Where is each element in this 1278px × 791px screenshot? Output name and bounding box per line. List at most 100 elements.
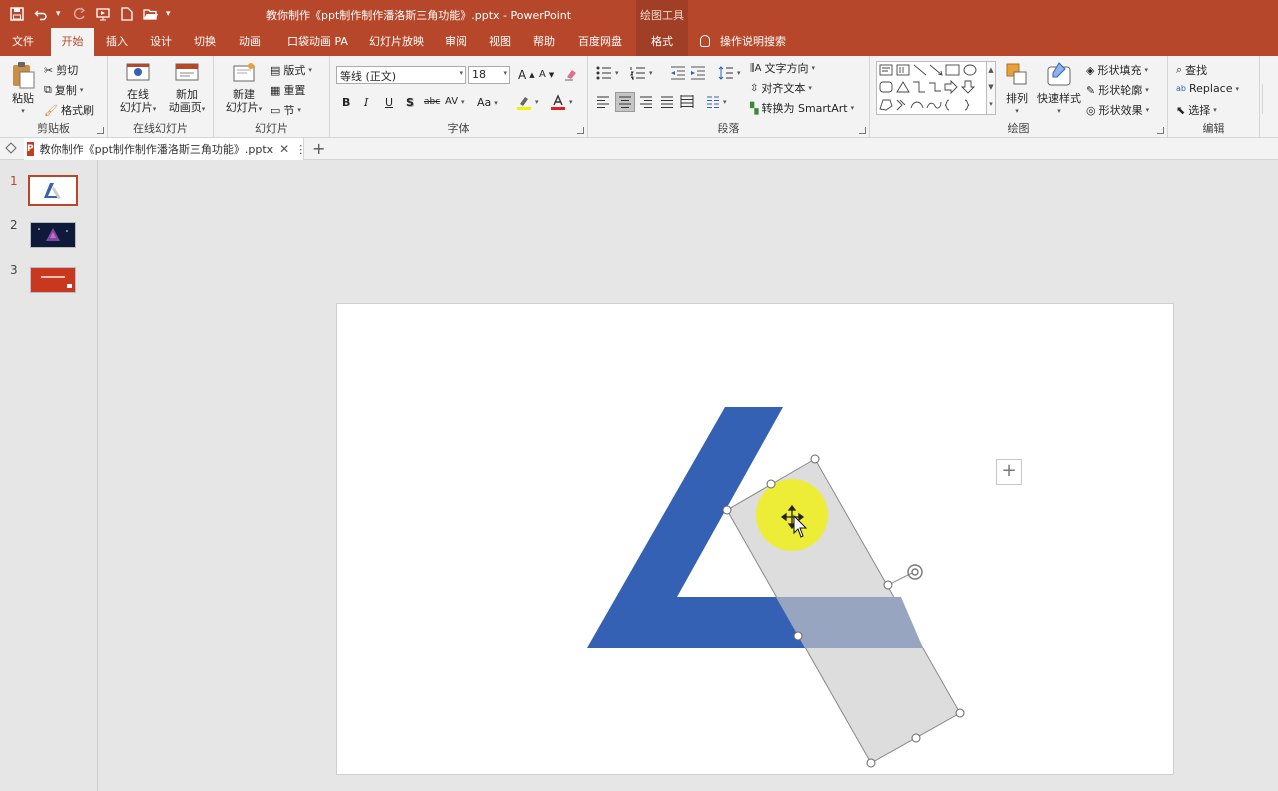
reset-icon: ▦ <box>270 83 281 97</box>
tab-home[interactable]: 开始 <box>51 28 94 56</box>
shape-outline-label: 形状轮廓 <box>1098 84 1143 97</box>
change-case-button[interactable]: Aa ▾ <box>477 96 498 109</box>
undo-dropdown-icon[interactable]: ▾ <box>56 9 64 19</box>
tab-review[interactable]: 审阅 <box>445 28 467 56</box>
font-size-combo[interactable]: 18 ▾ <box>468 66 510 84</box>
save-icon[interactable] <box>8 5 26 23</box>
paragraph-launcher-icon[interactable] <box>859 127 866 134</box>
tell-me-search[interactable]: 操作说明搜索 <box>700 28 786 56</box>
new-animation-label-1: 新加 <box>176 88 198 101</box>
tab-slideshow[interactable]: 幻灯片放映 <box>369 28 424 56</box>
paste-button[interactable]: 粘贴 ▾ <box>6 61 40 118</box>
strikethrough-button[interactable]: abc <box>424 97 440 107</box>
align-center-icon[interactable] <box>615 92 635 112</box>
cut-button[interactable]: ✂ 剪切 <box>44 62 78 78</box>
font-group-label: 字体 <box>447 122 470 135</box>
tab-transitions[interactable]: 切换 <box>194 28 216 56</box>
slide-canvas[interactable] <box>336 303 1174 775</box>
align-left-icon[interactable] <box>596 96 610 108</box>
select-button[interactable]: ⬉ 选择 ▾ <box>1176 102 1217 118</box>
tab-design[interactable]: 设计 <box>150 28 172 56</box>
tab-menu-icon[interactable]: ⋮ <box>295 143 306 156</box>
distributed-icon[interactable] <box>680 95 694 108</box>
font-color-button[interactable]: ▾ <box>550 94 573 110</box>
tab-view[interactable]: 视图 <box>489 28 511 56</box>
thumbnail-number-3: 3 <box>10 263 18 277</box>
gallery-scroll-icon[interactable]: ▲ ▼ ▾ <box>986 61 996 115</box>
grow-font-button[interactable]: A ▲ <box>518 68 535 82</box>
slide-thumbnail-1[interactable] <box>28 175 78 206</box>
new-animation-page-button[interactable]: 新加 动画页▾ <box>162 61 212 116</box>
increase-indent-icon[interactable] <box>690 66 706 80</box>
justify-icon[interactable] <box>660 96 674 108</box>
online-slides-button[interactable]: 在线 幻灯片▾ <box>114 61 162 116</box>
shape-effects-button[interactable]: ◎ 形状效果 ▾ <box>1086 102 1149 118</box>
customize-qat-icon[interactable]: ▾ <box>166 9 174 19</box>
animation-page-icon <box>175 63 199 81</box>
shrink-font-button[interactable]: A ▼ <box>539 69 554 80</box>
tab-help[interactable]: 帮助 <box>533 28 555 56</box>
tab-insert[interactable]: 插入 <box>106 28 128 56</box>
decrease-indent-icon[interactable] <box>670 66 686 80</box>
tab-pocket-animation[interactable]: 口袋动画 PA <box>287 28 348 56</box>
quick-styles-button[interactable]: 快速样式 ▾ <box>1036 61 1082 118</box>
slide-thumbnail-2[interactable] <box>30 222 76 248</box>
redo-icon[interactable] <box>70 5 88 23</box>
tab-format[interactable]: 格式 <box>636 28 688 56</box>
reset-button[interactable]: ▦ 重置 <box>270 82 305 98</box>
slide-thumbnail-3[interactable] <box>30 267 76 293</box>
ribbon-overflow-group[interactable] <box>1262 84 1278 114</box>
quick-styles-icon <box>1047 62 1071 86</box>
columns-icon <box>707 96 719 108</box>
clear-format-icon[interactable] <box>564 67 578 81</box>
new-file-icon[interactable] <box>118 5 136 23</box>
char-spacing-button[interactable]: AV ▾ <box>445 96 465 107</box>
highlight-color-button[interactable]: ▾ <box>516 94 539 110</box>
add-element-button[interactable]: + <box>996 459 1022 485</box>
shape-fill-button[interactable]: ◈ 形状填充 ▾ <box>1086 62 1148 78</box>
text-direction-label: 文字方向 <box>764 62 809 75</box>
numbering-button[interactable]: ▾ <box>630 66 653 80</box>
open-folder-icon[interactable] <box>142 5 160 23</box>
replace-button[interactable]: ab Replace ▾ <box>1176 82 1239 95</box>
start-from-beginning-icon[interactable] <box>94 5 112 23</box>
font-size-value: 18 <box>472 68 486 81</box>
bold-button[interactable]: B <box>342 96 350 109</box>
bullets-button[interactable]: ▾ <box>596 66 619 80</box>
new-slide-button[interactable]: 新建 幻灯片▾ <box>220 61 268 116</box>
shapes-gallery[interactable] <box>876 61 994 115</box>
align-text-button[interactable]: ⇳ 对齐文本 ▾ <box>750 80 812 96</box>
italic-button[interactable]: I <box>364 96 368 109</box>
tab-animations[interactable]: 动画 <box>239 28 261 56</box>
text-direction-button[interactable]: ⫼A 文字方向 ▾ <box>750 60 815 76</box>
format-painter-button[interactable]: 🖌 格式刷 <box>44 102 94 118</box>
font-name-dropdown-icon: ▾ <box>459 69 463 77</box>
close-tab-icon[interactable]: ✕ <box>279 142 289 156</box>
clipboard-launcher-icon[interactable] <box>97 127 104 134</box>
copy-button[interactable]: ⧉ 复制 ▾ <box>44 82 83 98</box>
layout-button[interactable]: ▤ 版式 ▾ <box>270 62 312 78</box>
tab-file[interactable]: 文件 <box>12 28 34 56</box>
section-button[interactable]: ▭ 节 ▾ <box>270 102 301 118</box>
line-spacing-button[interactable]: ▾ <box>718 66 741 80</box>
font-size-dropdown-icon: ▾ <box>503 69 507 77</box>
find-button[interactable]: ⌕ 查找 <box>1176 62 1207 78</box>
underline-button[interactable]: U <box>385 96 393 109</box>
smartart-icon: ▚ <box>750 101 759 115</box>
shadow-button[interactable]: S <box>406 96 414 109</box>
arrange-button[interactable]: 排列 ▾ <box>1000 61 1034 118</box>
shape-outline-button[interactable]: ✎ 形状轮廓 ▾ <box>1086 82 1149 98</box>
tab-list-icon[interactable] <box>4 141 18 158</box>
copy-dropdown-icon: ▾ <box>79 86 84 94</box>
convert-smartart-button[interactable]: ▚ 转换为 SmartArt ▾ <box>750 100 854 116</box>
text-direction-icon: ⫼A <box>750 62 762 74</box>
columns-button[interactable]: ▾ <box>706 96 727 108</box>
drawing-launcher-icon[interactable] <box>1157 127 1164 134</box>
document-tab[interactable]: P 教你制作《ppt制作制作潘洛斯三角功能》.pptx ✕ ⋮ <box>24 138 306 160</box>
tab-baidu-netdisk[interactable]: 百度网盘 <box>578 28 622 56</box>
align-right-icon[interactable] <box>639 96 653 108</box>
font-name-combo[interactable]: 等线 (正文) ▾ <box>336 66 466 84</box>
undo-icon[interactable] <box>32 5 50 23</box>
font-launcher-icon[interactable] <box>577 127 584 134</box>
new-tab-icon[interactable]: + <box>312 139 325 158</box>
